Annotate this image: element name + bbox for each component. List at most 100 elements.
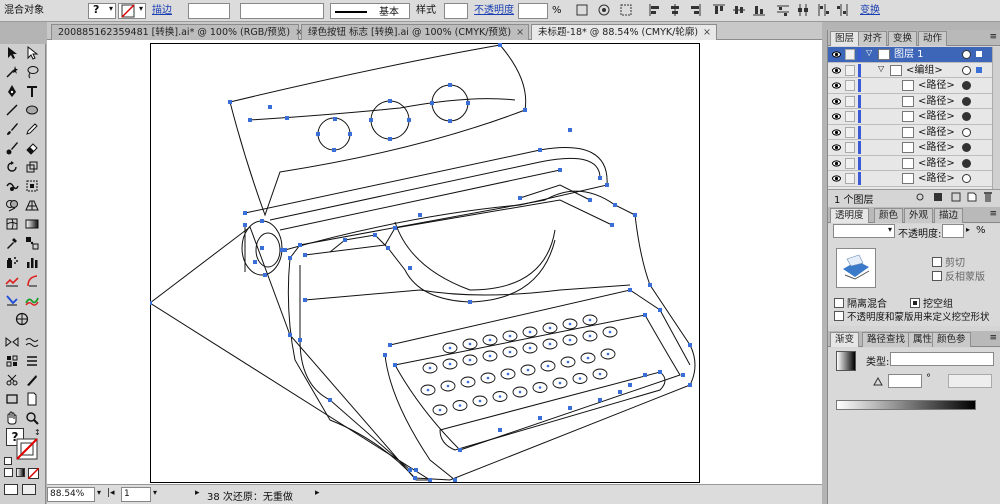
aspect-ratio-field[interactable] [948, 374, 992, 388]
blob-brush-tool-icon[interactable] [3, 139, 21, 157]
anchor-point[interactable] [328, 398, 332, 402]
tab-layers[interactable]: 图层 [830, 31, 860, 46]
anchor-point[interactable] [538, 148, 542, 152]
anchor-point[interactable] [430, 101, 434, 105]
pattern-tool-icon[interactable] [3, 352, 21, 370]
visibility-eye-icon[interactable] [832, 128, 841, 137]
transform-link[interactable]: 变换 [860, 3, 880, 19]
anchor-point[interactable] [613, 203, 617, 207]
opacity-slider-toggle-icon[interactable]: ▸ [966, 225, 970, 234]
locate-object-icon[interactable] [914, 191, 926, 203]
chevron-down-icon[interactable]: ▾ [97, 488, 101, 497]
visibility-eye-icon[interactable] [832, 50, 841, 59]
delete-layer-icon[interactable] [982, 191, 994, 203]
fill-swatch[interactable]: ? ▾ [88, 3, 116, 19]
align-top-icon[interactable] [712, 3, 726, 17]
layer-row[interactable]: <路径> [828, 109, 992, 125]
anchor-point[interactable] [605, 183, 609, 187]
anchor-point[interactable] [448, 83, 452, 87]
anchor-point[interactable] [260, 219, 264, 223]
knockout-group-checkbox[interactable]: 挖空组 [910, 295, 953, 310]
anchor-point[interactable] [332, 148, 336, 152]
document-setup-icon[interactable] [575, 3, 589, 17]
anchor-point[interactable] [568, 128, 572, 132]
artboard-tool-icon[interactable] [3, 272, 21, 290]
anchor-point[interactable] [343, 238, 347, 242]
screen-mode-full-icon[interactable] [23, 333, 41, 351]
distribute-right-icon[interactable] [836, 3, 850, 17]
variable-width-select[interactable] [240, 3, 324, 19]
anchor-point[interactable] [333, 117, 337, 121]
graphic-style-select[interactable] [444, 3, 468, 19]
anchor-point[interactable] [316, 132, 320, 136]
panel-opacity-field[interactable] [942, 224, 964, 238]
tab-pathfinder[interactable]: 路径查找 [862, 332, 911, 347]
anchor-point[interactable] [408, 468, 412, 472]
anchor-point[interactable] [393, 226, 397, 230]
eyedropper-tool-icon[interactable] [3, 234, 21, 252]
status-menu-icon[interactable]: ▸ [315, 488, 320, 498]
anchor-point[interactable] [458, 448, 462, 452]
layers-scrollbar[interactable] [992, 47, 1000, 189]
anchor-point[interactable] [643, 373, 647, 377]
selection-tool-icon[interactable] [3, 44, 21, 62]
panel-menu-icon[interactable]: ≡ [989, 32, 997, 42]
eraser-tool-icon[interactable] [23, 139, 41, 157]
hand-icon[interactable] [3, 409, 21, 427]
visibility-eye-icon[interactable] [832, 159, 841, 168]
recolor-artwork-icon[interactable] [597, 3, 611, 17]
layer-row[interactable]: ▽ <编组> [828, 62, 992, 78]
anchor-point[interactable] [413, 476, 417, 480]
anchor-point[interactable] [643, 313, 647, 317]
anchor-point[interactable] [648, 283, 652, 287]
anchor-point[interactable] [369, 118, 373, 122]
layer-row[interactable]: <路径> [828, 78, 992, 94]
tab-appearance[interactable]: 外观 [904, 208, 934, 223]
layer-row[interactable]: <路径> [828, 171, 992, 187]
target-circle-icon[interactable] [962, 158, 971, 168]
stroke-swatch[interactable]: ▾ [118, 3, 146, 19]
anchor-point[interactable] [243, 223, 247, 227]
type-tool-icon[interactable] [23, 82, 41, 100]
layer-row[interactable]: <路径> [828, 124, 992, 140]
perspective-grid-tool-icon[interactable] [23, 196, 41, 214]
anchor-point[interactable] [633, 213, 637, 217]
lock-toggle[interactable] [845, 64, 855, 76]
next-artboard-icon[interactable]: ▸ [195, 488, 200, 498]
zoom-tool-icon[interactable] [23, 409, 41, 427]
target-circle-icon[interactable] [962, 112, 971, 121]
anchor-point[interactable] [466, 101, 470, 105]
lock-toggle[interactable] [845, 126, 855, 138]
anchor-point[interactable] [568, 406, 572, 410]
target-circle-icon[interactable] [962, 50, 971, 59]
rotate-tool-icon[interactable] [3, 158, 21, 176]
anchor-point[interactable] [418, 213, 422, 217]
anchor-point[interactable] [414, 468, 418, 472]
hand-tool-icon[interactable] [13, 310, 31, 328]
anchor-point[interactable] [498, 43, 502, 47]
free-transform-tool-icon[interactable] [23, 177, 41, 195]
page-tool-icon[interactable] [23, 390, 41, 408]
rectangle-tool-icon[interactable] [3, 390, 21, 408]
anchor-point[interactable] [348, 132, 352, 136]
document-tab[interactable]: 200885162359481 [转换].ai* @ 100% (RGB/预览)… [51, 24, 303, 40]
tab-color[interactable]: 颜色 [874, 208, 904, 223]
target-circle-icon[interactable] [962, 127, 971, 137]
tab-gradient[interactable]: 渐变 [830, 332, 860, 347]
zoom-field[interactable]: 88.54% [47, 487, 95, 502]
anchor-point[interactable] [518, 196, 522, 200]
anchor-point[interactable] [408, 266, 412, 270]
slice-tool-icon[interactable] [23, 272, 41, 290]
anchor-point[interactable] [688, 383, 692, 387]
anchor-point[interactable] [453, 478, 457, 482]
panel-menu-icon[interactable]: ≡ [989, 333, 997, 343]
tab-actions[interactable]: 动作 [918, 31, 948, 46]
lock-toggle[interactable] [845, 173, 855, 184]
visibility-eye-icon[interactable] [832, 81, 841, 90]
color-mode-icon[interactable] [4, 468, 13, 477]
anchor-point[interactable] [628, 288, 632, 292]
paintbrush-tool-icon[interactable] [3, 120, 21, 138]
target-circle-icon[interactable] [962, 81, 971, 90]
new-sublayer-icon[interactable] [950, 191, 962, 203]
layer-row[interactable]: <路径> [828, 140, 992, 156]
